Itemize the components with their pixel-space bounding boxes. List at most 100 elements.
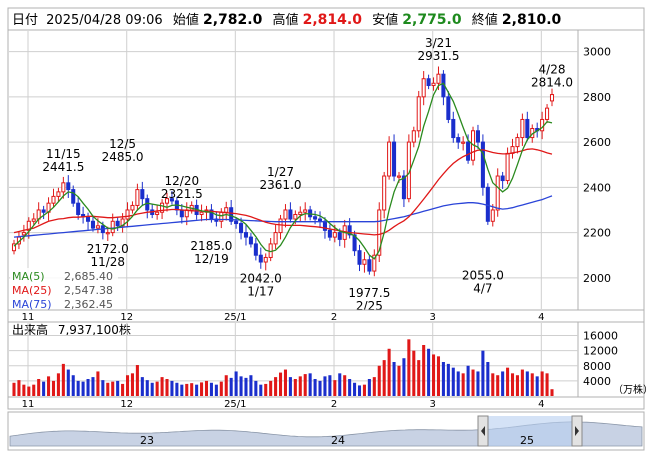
volume-bar bbox=[496, 375, 500, 396]
candle-body bbox=[41, 209, 46, 213]
candle-body bbox=[86, 216, 91, 222]
price-annotation: 12/202321.5 bbox=[161, 174, 203, 201]
volume-bar bbox=[461, 373, 465, 396]
candle-body bbox=[426, 78, 431, 87]
candle-body bbox=[288, 209, 293, 220]
volume-bar bbox=[476, 371, 480, 396]
candle-body bbox=[421, 78, 426, 98]
volume-bar bbox=[32, 384, 36, 396]
volume-bar bbox=[200, 382, 204, 396]
candle-body bbox=[21, 232, 26, 236]
volume-bar bbox=[47, 376, 51, 396]
x-month-label: 11 bbox=[22, 312, 35, 323]
volume-bar bbox=[175, 382, 179, 396]
volume-bar bbox=[491, 373, 495, 396]
volume-bar bbox=[125, 375, 130, 396]
x-month-label: 25/1 bbox=[224, 399, 246, 410]
candle-body bbox=[224, 207, 229, 213]
annotation-date: 12/19 bbox=[194, 252, 229, 266]
candle-body bbox=[56, 191, 61, 197]
annotation-date: 11/28 bbox=[90, 255, 125, 269]
price-tick-label: 2400 bbox=[583, 181, 611, 194]
annotation-value: 2042.0 bbox=[240, 271, 282, 285]
high-value: 2,814.0 bbox=[303, 12, 363, 28]
candle-body bbox=[66, 182, 71, 191]
candle-body bbox=[95, 225, 100, 229]
volume-bar bbox=[318, 380, 322, 396]
volume-tick-label: 12000 bbox=[583, 345, 618, 358]
volume-x-axis bbox=[7, 396, 645, 410]
candle-body bbox=[436, 73, 441, 84]
volume-bar bbox=[402, 358, 406, 396]
annotation-value: 1977.5 bbox=[348, 286, 390, 300]
candle-body bbox=[155, 211, 160, 215]
volume-bar bbox=[550, 389, 554, 396]
candle-body bbox=[130, 204, 135, 211]
volume-bar bbox=[530, 373, 534, 396]
volume-bar bbox=[298, 376, 302, 396]
volume-bar bbox=[96, 371, 100, 396]
volume-bar bbox=[397, 365, 401, 396]
volume-bar bbox=[471, 369, 475, 396]
annotation-value: 2441.5 bbox=[42, 160, 84, 174]
volume-tick-label: 16000 bbox=[583, 330, 618, 343]
price-tick-label: 2800 bbox=[583, 91, 611, 104]
volume-bar bbox=[56, 373, 60, 396]
volume-bar bbox=[91, 377, 95, 396]
candle-body bbox=[411, 130, 416, 143]
navigator-left-handle[interactable] bbox=[477, 415, 489, 447]
volume-bar bbox=[545, 373, 549, 396]
annotation-value: 2172.0 bbox=[87, 242, 129, 256]
volume-bar bbox=[244, 377, 248, 396]
volume-bar bbox=[195, 384, 199, 396]
volume-bar bbox=[303, 374, 307, 396]
volume-bar bbox=[42, 381, 46, 396]
candle-body bbox=[71, 189, 76, 204]
volume-bar bbox=[145, 380, 149, 396]
volume-bar bbox=[422, 345, 426, 396]
candle-body bbox=[115, 220, 120, 227]
volume-bar bbox=[328, 375, 332, 396]
candle-body bbox=[298, 211, 303, 215]
annotation-date: 12/5 bbox=[109, 137, 136, 151]
price-tick-label: 2600 bbox=[583, 136, 611, 149]
svg-text:日付 2025/04/28 09:06 始値: 日付 2025/04/28 09:06 始値 2,782.0 高値 2,814.… bbox=[12, 12, 562, 28]
volume-label: 出来高 bbox=[12, 322, 48, 337]
volume-bar bbox=[377, 365, 381, 396]
volume-bar bbox=[392, 362, 396, 396]
candle-body bbox=[243, 232, 249, 238]
candle-body bbox=[495, 175, 500, 211]
candle-body bbox=[431, 82, 436, 87]
x-month-label: 25/1 bbox=[224, 312, 246, 323]
volume-bar bbox=[185, 383, 189, 396]
candle-body bbox=[199, 211, 204, 215]
candle-body bbox=[263, 256, 268, 263]
candle-body bbox=[303, 209, 308, 213]
navigator-right-handle[interactable] bbox=[571, 415, 583, 447]
volume-bar bbox=[160, 377, 164, 396]
candle-body bbox=[396, 175, 402, 178]
high-label: 高値 bbox=[272, 12, 298, 28]
volume-bar bbox=[12, 382, 16, 396]
volume-bar bbox=[259, 384, 263, 396]
annotation-value: 2361.0 bbox=[260, 178, 302, 192]
volume-bar bbox=[501, 371, 505, 396]
price-annotation: 11/152441.5 bbox=[42, 147, 84, 174]
volume-bar bbox=[343, 375, 347, 396]
volume-bar bbox=[27, 386, 31, 396]
volume-bar bbox=[338, 373, 342, 396]
volume-bar bbox=[288, 377, 292, 396]
navigator-year-25: 25 bbox=[520, 434, 534, 447]
candle-body bbox=[76, 202, 81, 215]
x-month-label: 2 bbox=[331, 399, 337, 410]
x-month-label: 4 bbox=[538, 312, 544, 323]
candle-body bbox=[51, 195, 56, 204]
candle-body bbox=[520, 118, 525, 139]
candle-body bbox=[317, 218, 323, 222]
ma25-legend-label: MA(25) bbox=[12, 284, 52, 297]
header-prefix: 日付 bbox=[12, 13, 38, 28]
price-x-axis bbox=[7, 309, 645, 323]
x-month-label: 4 bbox=[538, 399, 544, 410]
volume-bar bbox=[274, 377, 278, 396]
volume-bar bbox=[254, 380, 258, 396]
